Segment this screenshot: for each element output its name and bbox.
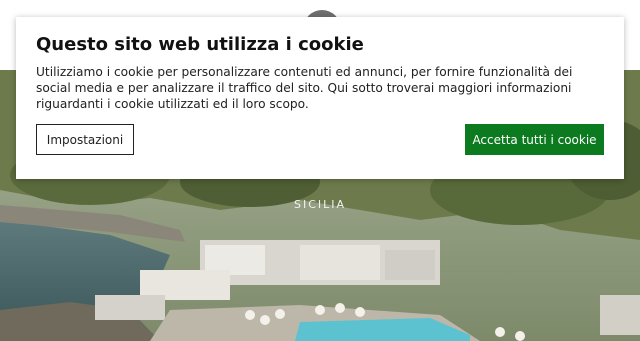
settings-button[interactable]: Impostazioni — [36, 124, 134, 155]
hero-caption: SICILIA — [293, 198, 347, 211]
cookie-dialog-title: Questo sito web utilizza i cookie — [36, 34, 364, 55]
cookie-consent-dialog: Questo sito web utilizza i cookie Utiliz… — [16, 17, 624, 179]
cookie-dialog-description: Utilizziamo i cookie per personalizzare … — [36, 65, 573, 111]
accept-all-cookies-button[interactable]: Accetta tutti i cookie — [465, 124, 604, 155]
